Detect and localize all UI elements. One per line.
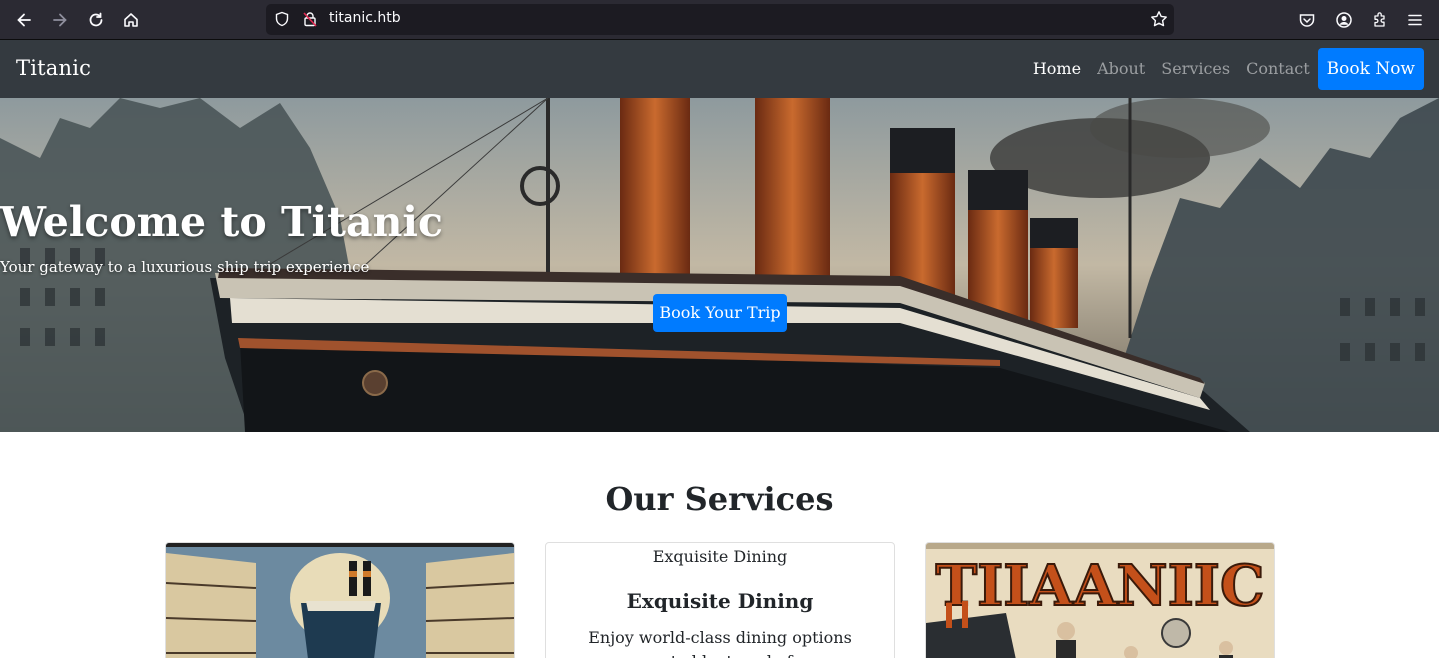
reload-icon[interactable] (84, 8, 108, 32)
service-card: Exquisite Dining Exquisite Dining Enjoy … (545, 542, 895, 658)
nav-home-link[interactable]: Home (1025, 48, 1089, 90)
service-card-title: Exquisite Dining (626, 589, 814, 613)
hero-subtitle: Your gateway to a luxurious ship trip ex… (0, 258, 370, 276)
browser-toolbar: titanic.htb (0, 0, 1439, 40)
poster-wordmark: TIIAANIIC (935, 553, 1264, 619)
service-card: TIIAANIIC (925, 542, 1275, 658)
site-navbar: Titanic Home About Services Contact Book… (0, 40, 1439, 98)
account-icon[interactable] (1332, 8, 1356, 32)
url-text[interactable]: titanic.htb (329, 10, 401, 26)
menu-icon[interactable] (1403, 8, 1427, 32)
hero-title: Welcome to Titanic (0, 198, 443, 246)
pocket-icon[interactable] (1295, 8, 1319, 32)
nav-about-link[interactable]: About (1089, 48, 1153, 90)
book-now-button[interactable]: Book Now (1317, 48, 1424, 90)
back-icon[interactable] (12, 8, 36, 32)
tracking-shield-icon[interactable] (274, 11, 290, 27)
forward-icon[interactable] (48, 8, 72, 32)
service-card-image (166, 543, 514, 658)
hero-section: Welcome to Titanic Your gateway to a lux… (0, 98, 1439, 432)
service-card-image-alt: Exquisite Dining (652, 547, 788, 566)
site-brand[interactable]: Titanic (16, 56, 91, 80)
service-card-image: TIIAANIIC (926, 543, 1274, 658)
nav-links: Home About Services Contact Book Now (1025, 48, 1424, 90)
services-heading: Our Services (605, 480, 834, 518)
extensions-icon[interactable] (1368, 8, 1392, 32)
service-card (165, 542, 515, 658)
nav-services-link[interactable]: Services (1153, 48, 1238, 90)
nav-contact-link[interactable]: Contact (1238, 48, 1318, 90)
address-bar[interactable]: titanic.htb (266, 4, 1174, 35)
book-your-trip-button[interactable]: Book Your Trip (653, 294, 787, 332)
service-card-text: Enjoy world-class dining options curated… (588, 628, 852, 658)
home-icon[interactable] (119, 8, 143, 32)
insecure-lock-icon[interactable] (302, 11, 318, 27)
bookmark-star-icon[interactable] (1150, 10, 1168, 28)
